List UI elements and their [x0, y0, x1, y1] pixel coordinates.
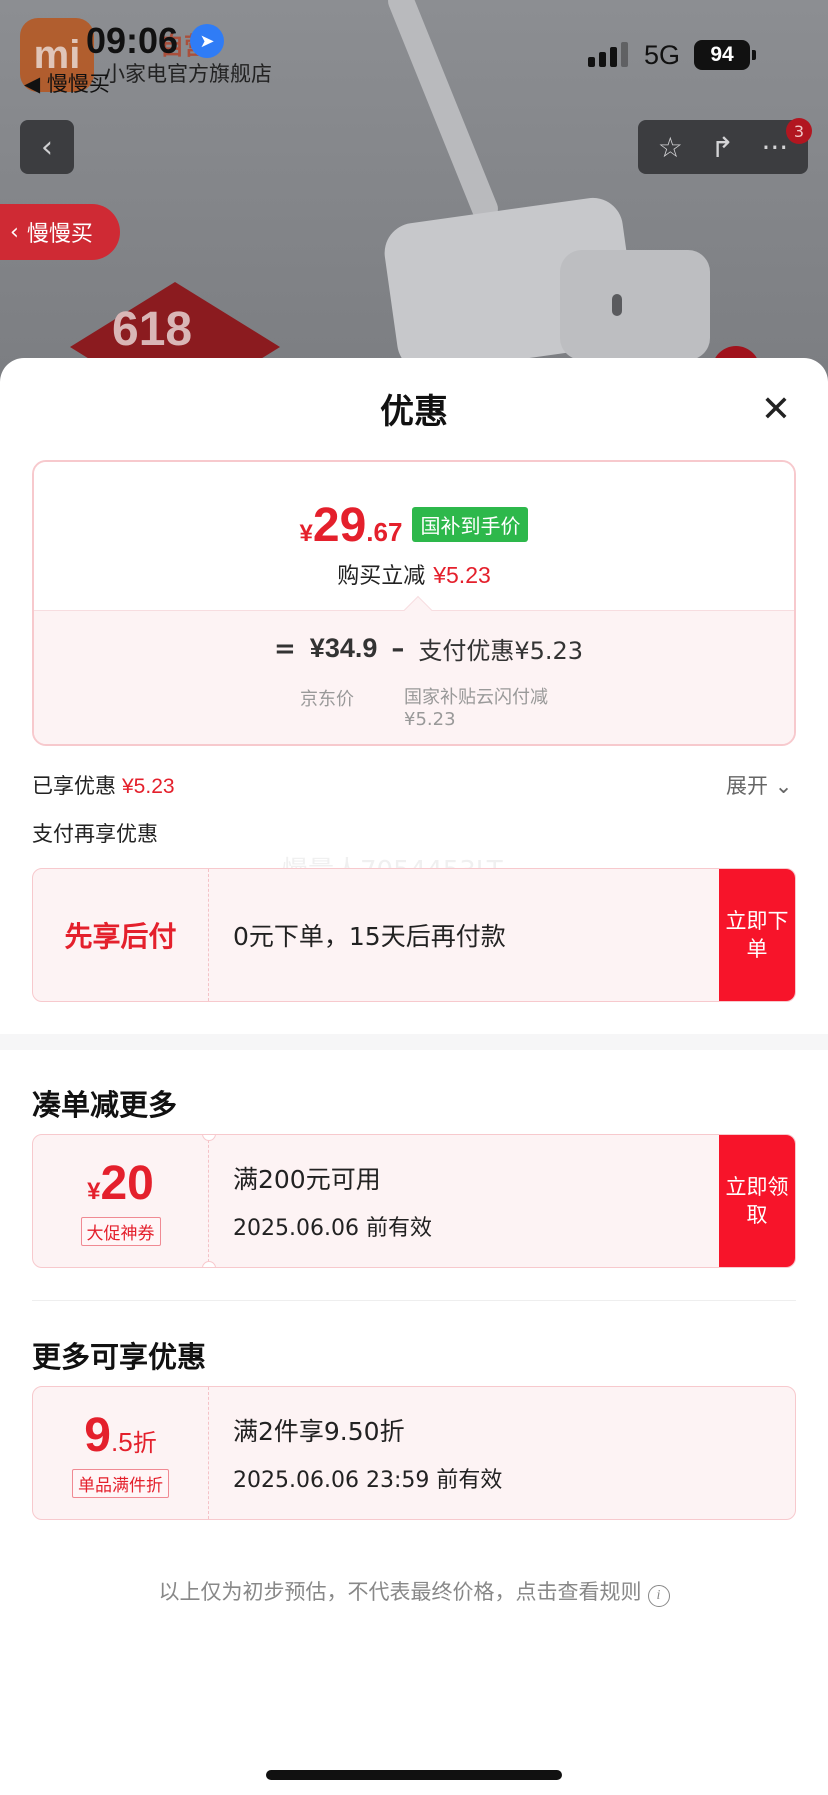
section-divider [32, 1300, 796, 1301]
discount-info: 满2件享9.50折 2025.06.06 23:59 前有效 [233, 1387, 502, 1519]
bnpl-desc: 0元下单，15天后再付款 [233, 922, 506, 951]
discount-value: 9 .5 折 单品满件折 [33, 1387, 209, 1519]
reduction-value: ¥5.23 [433, 562, 491, 588]
bnpl-info: 0元下单，15天后再付款 [233, 869, 506, 1001]
price-formula-area: = ¥34.9 – 支付优惠¥5.23 京东价 国家补贴云闪付减¥5.23 [34, 610, 794, 744]
coupon-validity: 2025.06.06 前有效 [233, 1216, 432, 1241]
pay-more-label: 支付再享优惠 [32, 822, 158, 846]
discount-integer: 9 [84, 1409, 111, 1462]
coupon-notch [202, 1261, 216, 1267]
coupon-condition: 满200元可用 [233, 1165, 381, 1194]
expand-button[interactable]: 展开 ⌄ [726, 770, 792, 800]
sheet-title: 优惠 [380, 392, 448, 432]
promo-618-label: 618 [112, 303, 193, 356]
network-type: 5G [644, 40, 681, 70]
coupon-info: 满200元可用 2025.06.06 前有效 [233, 1135, 432, 1267]
claim-now-button[interactable]: 立即领取 [719, 1135, 795, 1267]
discount-decimal: .5 [111, 1427, 133, 1457]
expand-label: 展开 [726, 774, 768, 798]
coupon-number: 20 [100, 1157, 154, 1210]
jd-price-label: 京东价 [300, 689, 354, 710]
minus-sign: – [391, 633, 405, 664]
back-button[interactable]: ‹ [20, 120, 74, 174]
discount-rate: 9 .5 折 [84, 1408, 156, 1463]
discount-validity: 2025.06.06 23:59 前有效 [233, 1468, 503, 1493]
section-divider [0, 1034, 828, 1050]
bnpl-title: 先享后付 [64, 920, 177, 953]
price-integer: 29 [312, 499, 367, 552]
location-arrow-icon: ➤ [190, 24, 224, 58]
slow-buy-label: 慢慢买 [26, 222, 93, 247]
rules-link[interactable]: 以上仅为初步预估，不代表最终价格，点击查看规则 i [0, 1576, 828, 1607]
back-to-app-link[interactable]: ◀ 慢慢买 [24, 68, 110, 98]
pay-discount: 支付优惠¥5.23 [418, 637, 584, 665]
status-time: 09:06 [86, 20, 179, 61]
final-price: ¥ 29 .67 国补到手价 [34, 498, 794, 553]
slow-buy-button[interactable]: ‹ 慢慢买 [0, 204, 120, 260]
equals-sign: = [274, 633, 296, 664]
currency-symbol: ¥ [299, 520, 313, 547]
reduction-label: 购买立减 [337, 564, 426, 589]
product-charger-side-image [560, 250, 710, 360]
coupon-amount: ¥ 20 [87, 1156, 154, 1211]
coupon-currency: ¥ [87, 1178, 101, 1205]
bnpl-left: 先享后付 [33, 869, 209, 1001]
bundle-section-title: 凑单减更多 [32, 1088, 178, 1122]
discount-unit: 折 [132, 1429, 157, 1457]
enjoyed-discount: 已享优惠 ¥5.23 [32, 770, 175, 800]
star-icon[interactable]: ☆ [658, 131, 683, 164]
price-summary: ¥ 29 .67 国补到手价 购买立减 ¥5.23 [34, 462, 794, 610]
subsidy-price-tag: 国补到手价 [412, 507, 529, 542]
usb-port-image [612, 294, 622, 316]
coupon-value: ¥ 20 大促神券 [33, 1135, 209, 1267]
price-formula: = ¥34.9 – 支付优惠¥5.23 [260, 631, 583, 666]
price-decimal: .67 [366, 517, 403, 547]
bnpl-card[interactable]: 先享后付 0元下单，15天后再付款 立即下单 [32, 868, 796, 1002]
order-now-button[interactable]: 立即下单 [719, 869, 795, 1001]
nav-action-group: ☆ ↱ ··· [638, 120, 808, 174]
more-section-title: 更多可享优惠 [32, 1340, 207, 1374]
multi-item-discount-card[interactable]: 9 .5 折 单品满件折 满2件享9.50折 2025.06.06 23:59 … [32, 1386, 796, 1520]
chevron-left-icon: ‹ [10, 219, 19, 245]
pay-discount-label: 国家补贴云闪付减¥5.23 [404, 687, 548, 730]
more-icon[interactable]: ··· [761, 131, 788, 164]
price-breakdown-card: ¥ 29 .67 国补到手价 购买立减 ¥5.23 = ¥34.9 – 支付优惠¥… [32, 460, 796, 746]
discount-sheet: 优惠 ✕ ¥ 29 .67 国补到手价 购买立减 ¥5.23 = ¥34.9 – … [0, 358, 828, 1795]
purchase-reduction: 购买立减 ¥5.23 [34, 558, 794, 590]
discount-condition: 满2件享9.50折 [233, 1417, 405, 1446]
cellular-signal-icon [588, 42, 628, 67]
chevron-down-icon: ⌄ [774, 774, 793, 798]
info-icon: i [647, 1585, 670, 1607]
enjoyed-label: 已享优惠 [32, 774, 116, 798]
coupon-tag: 大促神券 [80, 1217, 161, 1246]
share-icon[interactable]: ↱ [710, 131, 733, 164]
battery-icon: 94 [694, 40, 750, 70]
home-indicator [266, 1770, 562, 1780]
jd-price: ¥34.9 [309, 633, 378, 663]
battery-tip-icon [752, 50, 756, 60]
discount-tag: 单品满件折 [72, 1469, 169, 1498]
product-cable-image [384, 0, 502, 226]
disclaimer-text: 以上仅为初步预估，不代表最终价格，点击查看规则 [158, 1580, 642, 1604]
enjoyed-value: ¥5.23 [122, 775, 175, 798]
store-name: 小家电官方旗舰店 [104, 62, 272, 86]
chevron-left-icon: ‹ [41, 129, 53, 165]
notification-badge: 3 [786, 118, 812, 144]
close-icon[interactable]: ✕ [756, 390, 796, 430]
coupon-card[interactable]: ¥ 20 大促神券 满200元可用 2025.06.06 前有效 立即领取 [32, 1134, 796, 1268]
